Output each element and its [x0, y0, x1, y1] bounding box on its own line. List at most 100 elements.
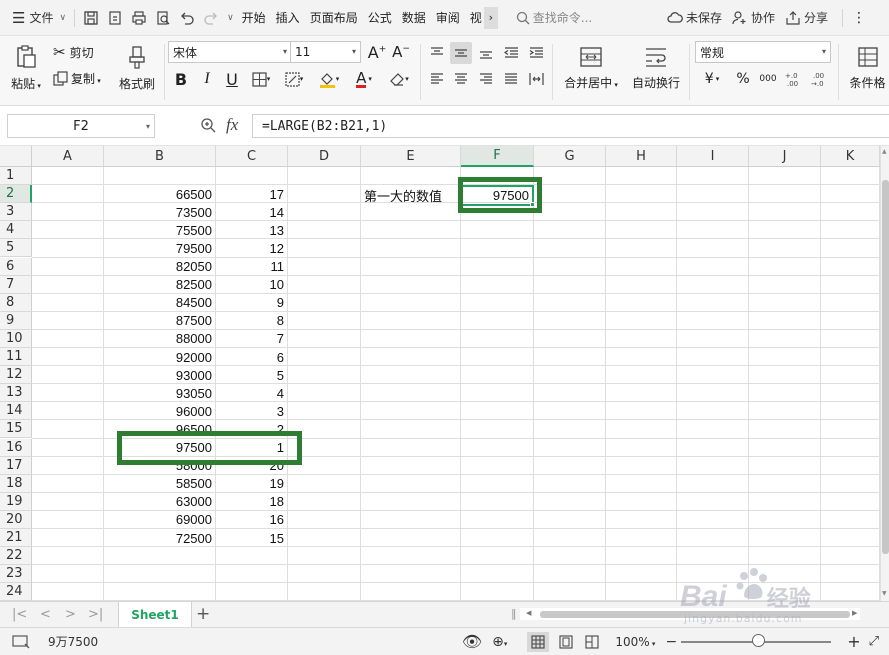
percent-button[interactable]: %: [732, 68, 754, 90]
page-layout-view-button[interactable]: [555, 632, 577, 652]
currency-button[interactable]: ¥ ▾: [698, 68, 726, 90]
cell-b10[interactable]: 88000: [104, 330, 216, 348]
normal-view-button[interactable]: [527, 631, 550, 652]
row-header-19[interactable]: 19: [0, 492, 32, 511]
tab-insert[interactable]: 插入: [272, 7, 304, 29]
merge-center-button[interactable]: 合并居中 ▾: [560, 40, 622, 96]
cell-c13[interactable]: 4: [216, 384, 288, 402]
row-header-11[interactable]: 11: [0, 348, 32, 367]
column-header-g[interactable]: G: [534, 146, 606, 167]
chevron-down-icon[interactable]: ∨: [227, 13, 234, 23]
file-menu[interactable]: ☰ 文件 ∨: [8, 6, 70, 30]
row-header-13[interactable]: 13: [0, 384, 32, 403]
cell-b9[interactable]: 87500: [104, 312, 216, 330]
zoom-level[interactable]: 100% ▾: [615, 635, 655, 649]
align-right-button[interactable]: [475, 68, 497, 90]
macro-icon[interactable]: [12, 634, 30, 650]
name-box[interactable]: F2 ▾: [7, 114, 155, 138]
eye-protection-icon[interactable]: 👁: [462, 632, 482, 651]
cell-b20[interactable]: 69000: [104, 511, 216, 529]
cell-b21[interactable]: 72500: [104, 529, 216, 547]
row-header-16[interactable]: 16: [0, 438, 32, 457]
cell-b5[interactable]: 79500: [104, 239, 216, 257]
share-button[interactable]: 分享: [785, 9, 828, 26]
select-all-corner[interactable]: [0, 146, 32, 167]
horizontal-scrollbar[interactable]: ◀ ▶: [520, 608, 860, 620]
command-search[interactable]: 查找命令...: [516, 9, 592, 26]
cell-c18[interactable]: 19: [216, 475, 288, 493]
cell-b4[interactable]: 75500: [104, 221, 216, 239]
first-sheet-icon[interactable]: |<: [12, 607, 27, 622]
cell-b11[interactable]: 92000: [104, 348, 216, 366]
row-header-17[interactable]: 17: [0, 456, 32, 475]
column-header-e[interactable]: E: [361, 146, 461, 167]
column-header-j[interactable]: J: [749, 146, 821, 167]
cell-b13[interactable]: 93050: [104, 384, 216, 402]
row-header-22[interactable]: 22: [0, 547, 32, 566]
vertical-scroll-thumb[interactable]: [882, 180, 889, 554]
column-header-c[interactable]: C: [216, 146, 288, 167]
formula-input[interactable]: =LARGE(B2:B21,1): [252, 114, 889, 138]
scroll-left-icon[interactable]: ◀: [526, 609, 531, 617]
more-options-button[interactable]: ⋮: [847, 6, 871, 30]
print-preview-button[interactable]: [151, 6, 175, 30]
font-color-button[interactable]: A ▾: [349, 68, 379, 90]
cell-c12[interactable]: 5: [216, 366, 288, 384]
number-format-select[interactable]: 常规 ▾: [695, 41, 831, 63]
row-header-3[interactable]: 3: [0, 203, 32, 222]
row-header-1[interactable]: 1: [0, 167, 32, 186]
decrease-decimal-button[interactable]: .00 →.0: [808, 68, 832, 90]
collab-button[interactable]: 协作: [732, 9, 775, 26]
row-header-5[interactable]: 5: [0, 239, 32, 258]
cell-b3[interactable]: 73500: [104, 203, 216, 221]
row-header-21[interactable]: 21: [0, 529, 32, 548]
wrap-text-button[interactable]: 自动换行: [628, 40, 684, 96]
cell-c19[interactable]: 18: [216, 493, 288, 511]
column-header-k[interactable]: K: [821, 146, 880, 167]
cell-c11[interactable]: 6: [216, 348, 288, 366]
row-header-7[interactable]: 7: [0, 275, 32, 294]
column-header-b[interactable]: B: [104, 146, 216, 167]
increase-indent-button[interactable]: [525, 42, 547, 64]
conditional-format-button[interactable]: 条件格: [846, 40, 889, 96]
increase-decimal-button[interactable]: +.0.00: [782, 68, 806, 90]
justify-button[interactable]: [500, 68, 522, 90]
decrease-font-button[interactable]: A−: [391, 41, 411, 63]
column-header-d[interactable]: D: [288, 146, 361, 167]
column-header-a[interactable]: A: [32, 146, 104, 167]
redo-button[interactable]: [199, 6, 223, 30]
underline-button[interactable]: U: [221, 68, 243, 90]
cell-c14[interactable]: 3: [216, 402, 288, 420]
column-header-i[interactable]: I: [677, 146, 749, 167]
horizontal-scroll-thumb[interactable]: [540, 611, 850, 618]
cell-b8[interactable]: 84500: [104, 294, 216, 312]
font-size-select[interactable]: 11 ▾: [290, 41, 361, 63]
cell-e2[interactable]: 第一大的数值: [361, 186, 461, 204]
tab-page-layout[interactable]: 页面布局: [306, 7, 362, 29]
thousands-button[interactable]: 000: [756, 68, 780, 90]
row-header-24[interactable]: 24: [0, 583, 32, 601]
cell-b7[interactable]: 82500: [104, 276, 216, 294]
cell-c10[interactable]: 7: [216, 330, 288, 348]
cell-style-button[interactable]: ▾: [280, 68, 308, 90]
font-name-select[interactable]: 宋体 ▾: [168, 41, 292, 63]
cell-b12[interactable]: 93000: [104, 366, 216, 384]
undo-button[interactable]: [175, 6, 199, 30]
add-sheet-button[interactable]: +: [196, 604, 210, 624]
cell-c21[interactable]: 15: [216, 529, 288, 547]
cell-c8[interactable]: 9: [216, 294, 288, 312]
cell-c6[interactable]: 11: [216, 258, 288, 276]
insert-function-button[interactable]: fx: [226, 115, 238, 135]
tab-view[interactable]: 视: [466, 7, 482, 29]
cell-b14[interactable]: 96000: [104, 402, 216, 420]
cut-button[interactable]: ✂ 剪切: [53, 42, 94, 62]
save-button[interactable]: [79, 6, 103, 30]
copy-button[interactable]: 复制 ▾: [53, 68, 101, 88]
vertical-scrollbar[interactable]: ▲ ▼: [880, 146, 889, 601]
row-header-4[interactable]: 4: [0, 221, 32, 240]
print-button[interactable]: [127, 6, 151, 30]
sheet-tab-sheet1[interactable]: Sheet1: [118, 602, 192, 627]
align-bottom-button[interactable]: [475, 42, 497, 64]
scroll-right-icon[interactable]: ▶: [852, 609, 857, 617]
align-center-button[interactable]: [450, 68, 472, 90]
